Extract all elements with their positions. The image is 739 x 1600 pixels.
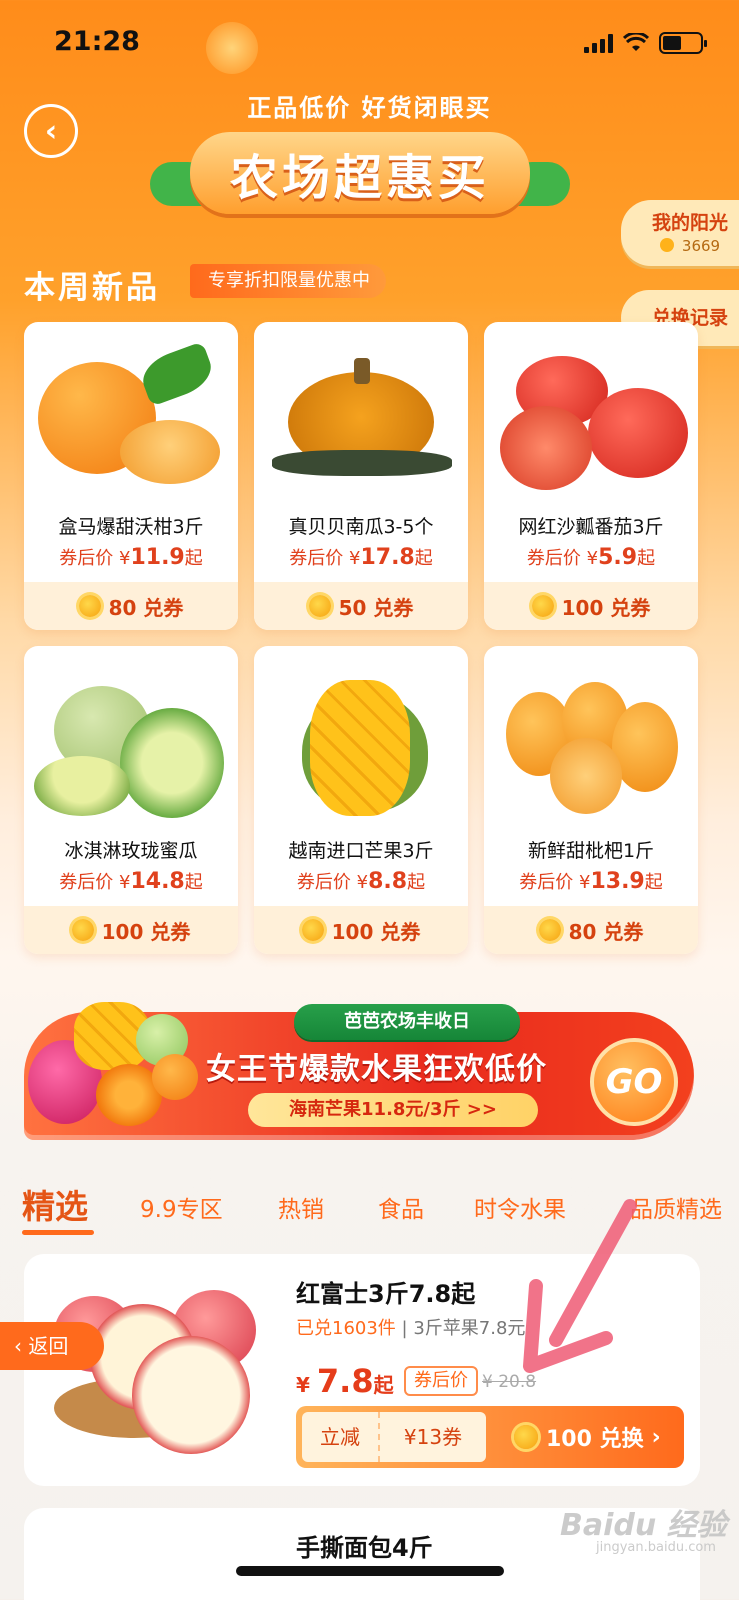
product-card[interactable]: 真贝贝南瓜3-5个 券后价 ¥17.8起 50 兑券: [254, 322, 468, 630]
tab-hot-sale[interactable]: 热销: [278, 1190, 324, 1224]
product-price: 券后价 ¥14.8起: [59, 869, 203, 894]
promo-subtitle[interactable]: 海南芒果11.8元/3斤 >>: [248, 1093, 538, 1127]
sun-coin-icon: [301, 919, 324, 941]
product-card[interactable]: 新鲜甜枇杷1斤 券后价 ¥13.9起 80 兑券: [484, 646, 698, 954]
coupon-redeem[interactable]: 100 兑券: [484, 582, 698, 630]
signal-icon: [584, 33, 613, 53]
tangerine-image: [24, 332, 238, 502]
product-name: 冰淇淋玫珑蜜瓜: [64, 840, 198, 862]
coupon-ticket: 立减 ¥13券: [302, 1412, 486, 1462]
coupon-redeem[interactable]: 80 兑券: [484, 906, 698, 954]
coupon-value: ¥13券: [378, 1412, 486, 1462]
product-name: 新鲜甜枇杷1斤: [527, 840, 655, 862]
redeem-label: 100 兑换: [546, 1427, 644, 1452]
annotation-arrow-icon: [523, 1199, 637, 1373]
sun-coin-icon: [308, 595, 331, 617]
product-card[interactable]: 越南进口芒果3斤 券后价 ¥8.8起 100 兑券: [254, 646, 468, 954]
status-icons: [584, 32, 707, 54]
sun-coin-icon: [78, 595, 101, 617]
return-button[interactable]: ‹ 返回: [0, 1322, 104, 1370]
watermark-url: jingyan.baidu.com: [596, 1540, 716, 1555]
my-sunshine-label: 我的阳光: [651, 212, 728, 234]
loquat-image: [484, 656, 698, 826]
product-name: 盒马爆甜沃柑3斤: [58, 516, 204, 538]
chevron-left-icon: ‹: [14, 1334, 29, 1358]
discount-tag: 专享折扣限量优惠中: [190, 264, 386, 298]
product-price: 券后价 ¥11.9起: [59, 545, 203, 570]
watermark-logo: Baidu 经验: [560, 1508, 727, 1543]
home-indicator[interactable]: [236, 1566, 504, 1576]
promo-ribbon: 芭芭农场丰收日: [294, 1004, 520, 1040]
sun-coin-icon: [71, 919, 94, 941]
product-name: 真贝贝南瓜3-5个: [288, 516, 434, 538]
product-price: 券后价 ¥17.8起: [289, 545, 433, 570]
banner-title-badge: 农场超惠买: [190, 132, 530, 214]
tab-food[interactable]: 食品: [378, 1190, 424, 1224]
header-slogan: 正品低价 好货闭眼买: [247, 94, 492, 122]
go-button[interactable]: GO: [590, 1038, 678, 1126]
chevron-right-icon: ›: [651, 1424, 661, 1450]
featured-item-price: ¥ 7.8起: [296, 1362, 394, 1400]
sun-decoration: [206, 22, 258, 74]
coupon-redeem[interactable]: 100 兑券: [254, 906, 468, 954]
sun-coin-icon: [531, 595, 554, 617]
status-time: 21:28: [54, 26, 140, 57]
page-title: 农场超惠买: [229, 150, 490, 206]
tab-featured[interactable]: 精选: [22, 1180, 88, 1228]
product-card[interactable]: 盒马爆甜沃柑3斤 券后价 ¥11.9起 80 兑券: [24, 322, 238, 630]
sun-coin-icon: [514, 1425, 538, 1449]
active-tab-indicator: [22, 1230, 94, 1235]
pumpkin-image: [254, 332, 468, 502]
featured-item-meta: 已兑1603件 | 3斤苹果7.8元: [296, 1318, 526, 1339]
tomato-image: [484, 332, 698, 502]
my-sunshine-value: 3669: [681, 237, 721, 255]
sun-coin-icon: [538, 919, 561, 941]
my-sunshine-button[interactable]: 我的阳光 3669: [621, 200, 739, 266]
redeem-button[interactable]: 100 兑换 ›: [514, 1416, 661, 1458]
coupon-redeem[interactable]: 50 兑券: [254, 582, 468, 630]
new-products-title: 本周新品: [24, 270, 160, 306]
after-coupon-tag: 券后价: [404, 1366, 478, 1396]
featured-item-name: 红富士3斤7.8起: [296, 1280, 476, 1308]
product-price: 券后价 ¥13.9起: [519, 869, 663, 894]
promo-title: 女王节爆款水果狂欢低价: [206, 1052, 547, 1087]
melon-image: [24, 656, 238, 826]
product-name: 越南进口芒果3斤: [288, 840, 434, 862]
next-item-name: 手撕面包4斤: [296, 1534, 433, 1562]
wifi-icon: [623, 33, 649, 51]
coupon-redeem[interactable]: 80 兑券: [24, 582, 238, 630]
battery-icon: [659, 32, 707, 54]
product-card[interactable]: 网红沙瓤番茄3斤 券后价 ¥5.9起 100 兑券: [484, 322, 698, 630]
product-price: 券后价 ¥5.9起: [526, 545, 656, 570]
mango-image: [254, 656, 468, 826]
sun-coin-icon: [659, 238, 674, 252]
reduce-label: 立减: [320, 1425, 360, 1449]
product-name: 网红沙瓤番茄3斤: [518, 516, 664, 538]
coupon-redeem[interactable]: 100 兑券: [24, 906, 238, 954]
tab-9-9-zone[interactable]: 9.9专区: [140, 1190, 223, 1224]
status-bar: 21:28: [0, 0, 739, 88]
redeem-action-bar[interactable]: 立减 ¥13券 100 兑换 ›: [296, 1406, 684, 1468]
product-card[interactable]: 冰淇淋玫珑蜜瓜 券后价 ¥14.8起 100 兑券: [24, 646, 238, 954]
product-price: 券后价 ¥8.8起: [296, 869, 426, 894]
